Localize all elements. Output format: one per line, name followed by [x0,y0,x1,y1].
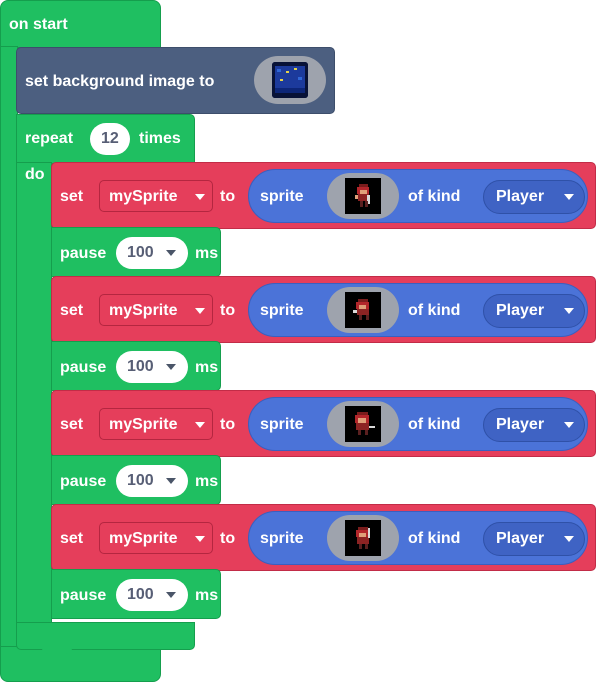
ms-label: ms [195,245,219,262]
pause-duration-dropdown[interactable]: 100 [116,351,188,383]
chevron-down-icon [166,592,176,598]
hero-sprite-icon [345,292,381,328]
pause-duration-dropdown[interactable]: 100 [116,465,188,497]
pause-duration-value: 100 [127,586,154,603]
repeat-bottom-notch [42,648,72,654]
sprite-create-block[interactable]: sprite of kind Player [248,169,588,223]
do-label: do [25,166,45,183]
set-variable-block[interactable]: set mySprite to sprite of kind Player [51,390,596,457]
chevron-down-icon [166,250,176,256]
to-label: to [220,530,236,547]
pause-duration-dropdown[interactable]: 100 [116,579,188,611]
hero-sprite-icon [345,178,381,214]
sprite-label: sprite [260,416,304,433]
repeat-count-input[interactable]: 12 [90,123,130,155]
of-kind-label: of kind [408,416,461,433]
pause-block[interactable]: pause 100 ms [51,227,221,277]
set-background-label: set background image to [25,73,215,90]
chevron-down-icon [166,364,176,370]
pause-duration-value: 100 [127,358,154,375]
set-label: set [60,302,84,319]
chevron-down-icon [564,422,574,428]
chevron-down-icon [166,478,176,484]
variable-dropdown[interactable]: mySprite [99,294,213,326]
sprite-image-slot[interactable] [327,515,399,561]
kind-value: Player [496,188,545,205]
variable-dropdown[interactable]: mySprite [99,408,213,440]
tilemap-thumbnail-icon [272,62,308,98]
of-kind-label: of kind [408,302,461,319]
pause-label: pause [60,359,107,376]
pause-label: pause [60,473,107,490]
chevron-down-icon [195,422,205,428]
chevron-down-icon [564,536,574,542]
set-variable-block[interactable]: set mySprite to sprite of kind Player [51,162,596,229]
variable-dropdown[interactable]: mySprite [99,180,213,212]
sprite-create-block[interactable]: sprite of kind Player [248,397,588,451]
variable-name: mySprite [109,302,178,319]
sprite-create-block[interactable]: sprite of kind Player [248,511,588,565]
sprite-label: sprite [260,188,304,205]
of-kind-label: of kind [408,530,461,547]
times-label: times [139,130,181,147]
sprite-image-slot[interactable] [327,173,399,219]
variable-name: mySprite [109,188,178,205]
chevron-down-icon [564,308,574,314]
chevron-down-icon [195,536,205,542]
on-start-bottom [0,646,161,682]
repeat-bottom [16,622,195,650]
chevron-down-icon [195,194,205,200]
sprite-create-block[interactable]: sprite of kind Player [248,283,588,337]
of-kind-label: of kind [408,188,461,205]
variable-name: mySprite [109,530,178,547]
pause-label: pause [60,587,107,604]
to-label: to [220,188,236,205]
kind-dropdown[interactable]: Player [483,408,585,442]
set-label: set [60,188,84,205]
sprite-label: sprite [260,530,304,547]
pause-block[interactable]: pause 100 ms [51,455,221,505]
background-image-slot[interactable] [254,56,326,104]
sprite-image-slot[interactable] [327,287,399,333]
variable-name: mySprite [109,416,178,433]
to-label: to [220,302,236,319]
pause-duration-value: 100 [127,244,154,261]
pause-block[interactable]: pause 100 ms [51,341,221,391]
repeat-left-arm [16,162,52,624]
hero-sprite-icon [345,406,381,442]
kind-value: Player [496,302,545,319]
set-variable-block[interactable]: set mySprite to sprite of kind Player [51,276,596,343]
variable-dropdown[interactable]: mySprite [99,522,213,554]
pause-duration-value: 100 [127,472,154,489]
kind-value: Player [496,416,545,433]
kind-dropdown[interactable]: Player [483,522,585,556]
pause-label: pause [60,245,107,262]
sprite-label: sprite [260,302,304,319]
repeat-count-value: 12 [101,130,119,147]
pause-duration-dropdown[interactable]: 100 [116,237,188,269]
chevron-down-icon [564,194,574,200]
set-label: set [60,416,84,433]
ms-label: ms [195,473,219,490]
set-variable-block[interactable]: set mySprite to sprite of kind Player [51,504,596,571]
chevron-down-icon [195,308,205,314]
hero-sprite-icon [345,520,381,556]
repeat-label: repeat [25,130,74,147]
sprite-image-slot[interactable] [327,401,399,447]
set-label: set [60,530,84,547]
ms-label: ms [195,359,219,376]
on-start-label: on start [9,16,68,33]
kind-dropdown[interactable]: Player [483,180,585,214]
to-label: to [220,416,236,433]
kind-dropdown[interactable]: Player [483,294,585,328]
pause-block[interactable]: pause 100 ms [51,569,221,619]
kind-value: Player [496,530,545,547]
ms-label: ms [195,587,219,604]
